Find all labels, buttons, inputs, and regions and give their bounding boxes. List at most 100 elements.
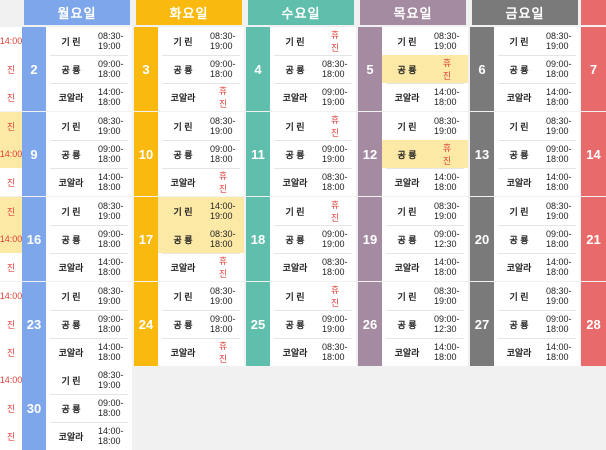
sunday-line: 진 xyxy=(6,431,16,442)
work-hours: 14:00-18:00 xyxy=(98,87,124,107)
day-number: 9 xyxy=(22,112,46,196)
header-fri: 금요일 xyxy=(472,0,578,25)
work-hours: 14:00-18:00 xyxy=(546,87,572,107)
staff-name: 코알라 xyxy=(506,262,532,273)
schedule-row: 기 린 08:30-19:00 xyxy=(158,112,244,140)
work-hours: 14:00-18:00 xyxy=(434,342,460,362)
staff-name: 공 룡 xyxy=(509,234,529,245)
sunday-line: 진 xyxy=(0,112,22,140)
staff-name: 기 린 xyxy=(61,375,81,386)
staff-name: 기 린 xyxy=(61,36,81,47)
staff-name: 코알라 xyxy=(394,262,420,273)
staff-name: 공 룡 xyxy=(285,234,305,245)
header-thu: 목요일 xyxy=(360,0,466,25)
closed-label: 휴 진 xyxy=(330,285,346,308)
staff-name: 기 린 xyxy=(61,291,81,302)
schedule-row: 기 린 14:00-19:00 xyxy=(158,197,244,225)
schedule-row: 공 룡 08:30-18:00 xyxy=(158,225,244,253)
schedule-row: 기 린휴 진 xyxy=(270,112,356,140)
staff-name: 기 린 xyxy=(509,206,529,217)
staff-name: 기 린 xyxy=(397,291,417,302)
work-hours: 08:30-19:00 xyxy=(434,31,460,51)
schedule-row: 공 룡 09:00-18:00 xyxy=(158,310,244,338)
staff-name: 코알라 xyxy=(506,92,532,103)
schedule-row: 기 린 08:30-19:00 xyxy=(46,197,132,225)
schedule-row: 공 룡휴 진 xyxy=(382,55,468,83)
work-hours: 09:00-19:00 xyxy=(322,144,348,164)
schedule-row: 기 린 08:30-19:00 xyxy=(382,112,468,140)
staff-name: 기 린 xyxy=(285,121,305,132)
day-number: 20 xyxy=(470,197,494,281)
work-hours: 08:30-19:00 xyxy=(98,31,124,51)
work-hours: 14:00-18:00 xyxy=(546,257,572,277)
staff-name: 코알라 xyxy=(394,177,420,188)
schedule-row: 코알라 휴 진 xyxy=(158,83,244,111)
schedule-row: 공 룡 09:00-19:00 xyxy=(270,310,356,338)
staff-name: 공 룡 xyxy=(509,319,529,330)
schedule-row: 기 린 08:30-19:00 xyxy=(158,282,244,310)
work-hours: 09:00-18:00 xyxy=(210,314,236,334)
staff-name: 공 룡 xyxy=(61,149,81,160)
schedule-row: 공 룡 09:00-18:00 xyxy=(158,55,244,83)
day-number: 2 xyxy=(22,27,46,111)
closed-label: 휴 진 xyxy=(330,200,346,223)
day-number: 10 xyxy=(134,112,158,196)
staff-name: 코알라 xyxy=(58,177,84,188)
schedule-row: 기 린 08:30-19:00 xyxy=(46,282,132,310)
schedule-row: 공 룡 09:00-18:00 xyxy=(494,225,580,253)
sunday-line: 진 xyxy=(6,262,16,273)
work-hours: 08:30-19:00 xyxy=(98,116,124,136)
schedule-row: 공 룡 09:00-18:00 xyxy=(158,140,244,168)
staff-name: 공 룡 xyxy=(173,64,193,75)
staff-name: 기 린 xyxy=(397,206,417,217)
work-hours: 14:00-19:00 xyxy=(210,201,236,221)
schedule-row: 공 룡 09:00-12:30 xyxy=(382,310,468,338)
work-hours: 08:30-18:00 xyxy=(322,342,348,362)
work-hours: 09:00-18:00 xyxy=(98,229,124,249)
staff-name: 코알라 xyxy=(282,177,308,188)
day-number: 17 xyxy=(134,197,158,281)
saturday-number: 21 xyxy=(581,197,606,281)
day-number: 30 xyxy=(22,366,46,450)
schedule-row: 코알라 14:00-18:00 xyxy=(46,422,132,450)
schedule-row: 기 린휴 진 xyxy=(270,27,356,55)
staff-name: 기 린 xyxy=(61,121,81,132)
schedule-row: 기 린 08:30-19:00 xyxy=(494,282,580,310)
schedule-row: 코알라 14:00-18:00 xyxy=(382,83,468,111)
staff-name: 공 룡 xyxy=(61,319,81,330)
work-hours: 09:00-12:30 xyxy=(434,229,460,249)
day-number: 27 xyxy=(470,282,494,366)
schedule-row: 기 린 08:30-19:00 xyxy=(46,366,132,394)
header-wed: 수요일 xyxy=(248,0,354,25)
work-hours: 09:00-18:00 xyxy=(546,229,572,249)
staff-name: 코알라 xyxy=(58,92,84,103)
closed-label: 휴 진 xyxy=(330,30,346,53)
staff-name: 코알라 xyxy=(282,347,308,358)
day-number: 6 xyxy=(470,27,494,111)
staff-name: 기 린 xyxy=(509,36,529,47)
closed-label: 휴 진 xyxy=(218,256,234,279)
header-tue: 화요일 xyxy=(136,0,242,25)
schedule-row: 코알라 휴 진 xyxy=(158,253,244,281)
schedule-row: 기 린 08:30-19:00 xyxy=(382,27,468,55)
schedule-row: 코알라 14:00-18:00 xyxy=(494,168,580,196)
staff-name: 기 린 xyxy=(173,36,193,47)
staff-name: 기 린 xyxy=(509,291,529,302)
staff-name: 공 룡 xyxy=(397,319,417,330)
schedule-row: 기 린휴 진 xyxy=(270,197,356,225)
staff-name: 공 룡 xyxy=(173,149,193,160)
schedule-row: 코알라 14:00-18:00 xyxy=(382,168,468,196)
schedule-row: 공 룡 09:00-18:00 xyxy=(494,310,580,338)
staff-name: 기 린 xyxy=(509,121,529,132)
work-hours: 08:30-19:00 xyxy=(210,31,236,51)
closed-label: 휴 진 xyxy=(442,143,458,166)
work-hours: 09:00-19:00 xyxy=(322,229,348,249)
schedule-row: 코알라 휴 진 xyxy=(158,168,244,196)
sunday-line: 진 xyxy=(6,92,16,103)
staff-name: 코알라 xyxy=(506,177,532,188)
work-hours: 08:30-19:00 xyxy=(98,201,124,221)
day-number: 3 xyxy=(134,27,158,111)
work-hours: 14:00-18:00 xyxy=(546,342,572,362)
schedule-row: 공 룡 09:00-18:00 xyxy=(46,310,132,338)
day-number: 18 xyxy=(246,197,270,281)
